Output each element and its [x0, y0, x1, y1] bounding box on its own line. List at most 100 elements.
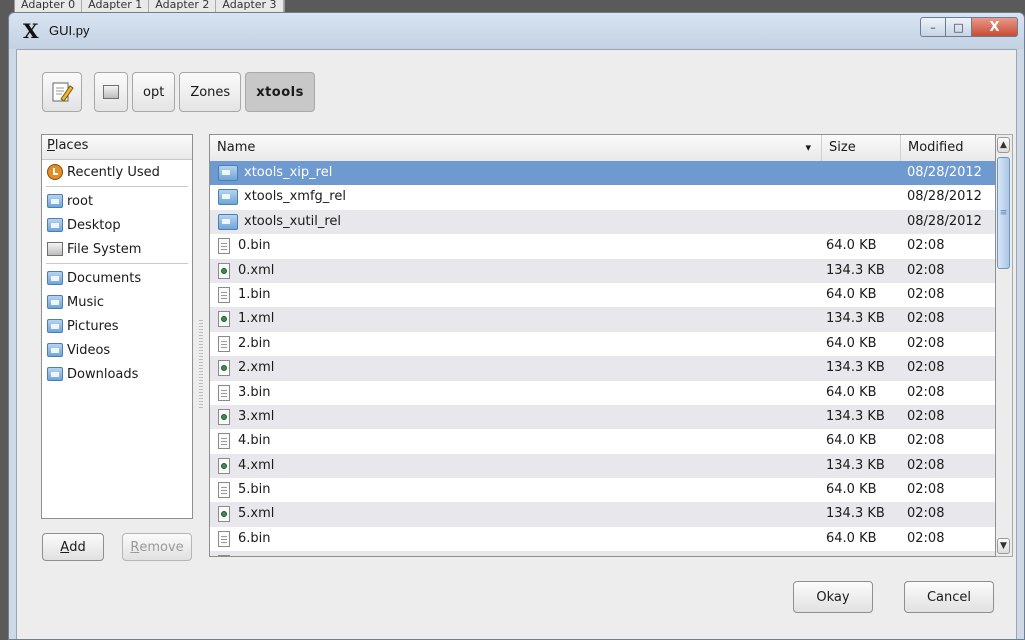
places-separator: [46, 186, 188, 187]
file-name: 1.bin: [238, 286, 271, 302]
file-size: 134.3 KB: [826, 551, 885, 556]
file-list-scrollbar[interactable]: ▲ ≡ ▼: [996, 134, 1013, 557]
file-modified: 02:08: [907, 384, 945, 400]
pane-splitter-handle[interactable]: [199, 320, 203, 410]
place-file-system[interactable]: File System: [42, 237, 192, 261]
place-label: Desktop: [67, 217, 121, 233]
x-logo-icon: X: [23, 19, 39, 43]
scroll-down-icon: ▼: [1000, 541, 1007, 551]
column-modified-label: Modified: [908, 140, 964, 155]
file-name-cell: 4.bin: [218, 429, 271, 453]
file-row[interactable]: 4.xml 134.3 KB 02:08: [210, 453, 995, 479]
place-label: Music: [67, 294, 104, 310]
place-pictures[interactable]: Pictures: [42, 314, 192, 338]
file-name-cell: 2.bin: [218, 332, 271, 356]
places-header-mnemonic: P: [47, 138, 55, 153]
documents-folder-icon: [47, 271, 63, 285]
scroll-up-button[interactable]: ▲: [997, 137, 1010, 153]
file-row[interactable]: 2.xml 134.3 KB 02:08: [210, 356, 995, 381]
binary-file-icon: [218, 286, 230, 303]
file-row[interactable]: 1.xml 134.3 KB 02:08: [210, 307, 995, 332]
xml-file-icon: [218, 262, 230, 279]
file-name: 0.bin: [238, 238, 271, 254]
file-row[interactable]: 5.xml 134.3 KB 02:08: [210, 502, 995, 527]
okay-button[interactable]: Okay: [793, 581, 873, 613]
folder-icon: [218, 189, 238, 206]
cancel-button[interactable]: Cancel: [904, 581, 994, 613]
place-music[interactable]: Music: [42, 290, 192, 314]
file-size: 64.0 KB: [826, 238, 877, 254]
file-name-cell: xtools_xmfg_rel: [218, 185, 346, 209]
binary-file-icon: [218, 335, 230, 352]
dialog-client-area: opt Zones xtools Places Recently Used ro…: [16, 49, 1017, 639]
drive-icon: [47, 242, 63, 256]
place-videos[interactable]: Videos: [42, 338, 192, 362]
xml-file-icon: [218, 408, 230, 425]
places-header-label: laces: [54, 138, 89, 153]
file-modified: 02:08: [907, 457, 945, 473]
edit-location-button[interactable]: [42, 72, 82, 112]
xml-file-icon: [218, 555, 230, 556]
file-row[interactable]: 4.bin 64.0 KB 02:08: [210, 429, 995, 453]
recently-used-icon: [47, 164, 63, 180]
places-header[interactable]: Places: [42, 135, 192, 160]
file-row[interactable]: xtools_xip_rel 08/28/2012: [210, 161, 995, 186]
file-row[interactable]: 6.xml 134.3 KB 02:08: [210, 551, 995, 556]
crumb-root-drive[interactable]: [94, 72, 128, 112]
binary-file-icon: [218, 530, 230, 547]
file-name: xtools_xip_rel: [244, 165, 333, 180]
file-size: 134.3 KB: [826, 457, 885, 473]
scrollbar-thumb[interactable]: ≡: [997, 157, 1010, 269]
xml-file-icon: [218, 457, 230, 474]
music-folder-icon: [47, 295, 63, 309]
crumb-zones[interactable]: Zones: [179, 72, 242, 112]
file-row[interactable]: 5.bin 64.0 KB 02:08: [210, 478, 995, 502]
add-place-button[interactable]: Add: [42, 533, 104, 561]
place-label: Documents: [67, 270, 142, 286]
place-documents[interactable]: Documents: [42, 266, 192, 290]
place-recently-used[interactable]: Recently Used: [42, 160, 192, 184]
file-row[interactable]: 3.xml 134.3 KB 02:08: [210, 404, 995, 430]
place-label: Downloads: [67, 366, 139, 382]
column-header-name[interactable]: Name ▾: [210, 135, 822, 161]
file-size: 134.3 KB: [826, 506, 885, 522]
maximize-button[interactable]: □: [946, 17, 972, 37]
title-bar[interactable]: X GUI.py – □ X: [9, 13, 1024, 49]
place-desktop[interactable]: Desktop: [42, 213, 192, 237]
file-row[interactable]: 3.bin 64.0 KB 02:08: [210, 381, 995, 405]
column-header-modified[interactable]: Modified: [901, 135, 995, 161]
column-size-label: Size: [829, 140, 856, 155]
remove-place-button[interactable]: Remove: [122, 533, 192, 561]
place-root[interactable]: root: [42, 189, 192, 213]
file-row[interactable]: 6.bin 64.0 KB 02:08: [210, 527, 995, 551]
folder-icon: [218, 213, 238, 230]
scroll-down-button[interactable]: ▼: [997, 538, 1010, 554]
close-button[interactable]: X: [972, 17, 1018, 37]
file-row[interactable]: 2.bin 64.0 KB 02:08: [210, 332, 995, 356]
place-label: root: [67, 193, 94, 209]
remove-label: emove: [139, 539, 184, 555]
file-modified: 02:08: [907, 238, 945, 254]
binary-file-icon: [218, 238, 230, 255]
scroll-up-icon: ▲: [1000, 140, 1007, 150]
place-downloads[interactable]: Downloads: [42, 362, 192, 386]
file-name-cell: 6.bin: [218, 527, 271, 551]
file-modified: 02:08: [907, 551, 944, 556]
file-row[interactable]: xtools_xmfg_rel 08/28/2012: [210, 185, 995, 209]
crumb-opt[interactable]: opt: [132, 72, 176, 112]
crumb-xtools[interactable]: xtools: [245, 72, 315, 112]
pictures-folder-icon: [47, 319, 63, 333]
minimize-button[interactable]: –: [920, 17, 946, 37]
file-name-cell: 5.bin: [218, 478, 271, 502]
file-name-cell: 6.xml: [218, 551, 274, 556]
file-name: 1.xml: [238, 311, 275, 327]
file-row[interactable]: 0.bin 64.0 KB 02:08: [210, 234, 995, 258]
column-header-size[interactable]: Size: [822, 135, 901, 161]
file-row[interactable]: xtools_xutil_rel 08/28/2012: [210, 209, 995, 235]
file-modified: 08/28/2012: [907, 189, 982, 205]
file-name: 6.xml: [238, 551, 274, 556]
file-row[interactable]: 0.xml 134.3 KB 02:08: [210, 258, 995, 283]
add-mnemonic: A: [60, 539, 70, 555]
file-row[interactable]: 1.bin 64.0 KB 02:08: [210, 283, 995, 307]
window-controls: – □ X: [920, 17, 1018, 37]
